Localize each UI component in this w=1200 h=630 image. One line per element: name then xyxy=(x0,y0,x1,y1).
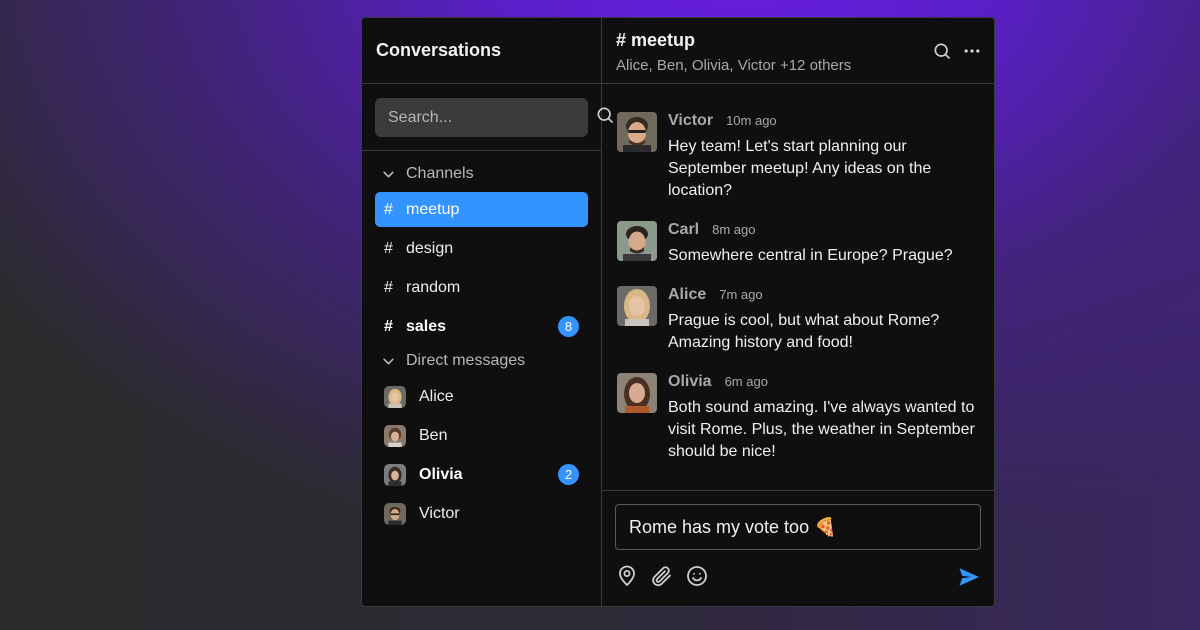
message-time: 10m ago xyxy=(726,113,777,128)
hash-icon: # xyxy=(384,317,393,335)
unread-badge: 8 xyxy=(558,316,579,337)
message-input-box[interactable] xyxy=(615,504,981,550)
message-time: 8m ago xyxy=(712,222,756,237)
message-time: 7m ago xyxy=(719,287,763,302)
message-author[interactable]: Olivia xyxy=(668,373,712,391)
message-text: Both sound amazing. I've always wanted t… xyxy=(668,399,975,460)
sidebar-header: Conversations xyxy=(362,18,601,84)
sidebar-item-ben[interactable]: Ben xyxy=(375,418,588,453)
avatar xyxy=(384,502,406,525)
hash-icon: # xyxy=(384,200,393,218)
composer-toolbar xyxy=(615,564,981,588)
chevron-down-icon xyxy=(383,358,394,364)
avatar xyxy=(384,463,406,486)
sidebar-title: Conversations xyxy=(376,40,502,60)
message: Victor 10m ago Hey team! Let's start pla… xyxy=(617,112,980,202)
message-text: Hey team! Let's start planning our Septe… xyxy=(668,138,932,199)
channel-members[interactable]: Alice, Ben, Olivia, Victor +12 others xyxy=(616,57,980,74)
message-time: 6m ago xyxy=(724,374,768,389)
sidebar-item-olivia[interactable]: Olivia 2 xyxy=(375,457,588,492)
channel-title: # meetup xyxy=(616,30,696,50)
search-input[interactable] xyxy=(388,108,595,127)
message-text: Somewhere central in Europe? Prague? xyxy=(668,247,953,264)
send-icon[interactable] xyxy=(957,565,981,589)
sidebar-item-design[interactable]: # design xyxy=(375,231,588,266)
chat-window: Conversations Channels # meetup # design xyxy=(361,17,995,607)
paperclip-icon[interactable] xyxy=(650,564,674,588)
message-list: Victor 10m ago Hey team! Let's start pla… xyxy=(602,84,994,490)
location-pin-icon[interactable] xyxy=(615,564,639,588)
avatar xyxy=(384,424,406,447)
channel-label: random xyxy=(406,278,461,296)
message: Alice 7m ago Prague is cool, but what ab… xyxy=(617,286,980,354)
dm-label: Victor xyxy=(419,504,460,522)
search-box[interactable] xyxy=(375,98,613,137)
smiley-icon[interactable] xyxy=(685,564,709,588)
search-area xyxy=(362,84,613,151)
avatar xyxy=(384,385,406,408)
header-actions xyxy=(932,41,982,66)
message-author[interactable]: Victor xyxy=(668,112,713,130)
more-icon[interactable] xyxy=(962,41,982,66)
dms-label: Direct messages xyxy=(406,352,526,369)
sidebar-item-victor[interactable]: Victor xyxy=(375,496,588,531)
hash-icon: # xyxy=(384,239,393,257)
sidebar-item-random[interactable]: # random xyxy=(375,270,588,305)
search-icon[interactable] xyxy=(932,41,952,66)
sidebar-item-meetup[interactable]: # meetup xyxy=(375,192,588,227)
avatar[interactable] xyxy=(617,373,657,413)
dms-section-toggle[interactable]: Direct messages xyxy=(362,349,601,373)
channel-label: meetup xyxy=(406,200,460,218)
dm-list: Alice Ben Olivia 2 Victor xyxy=(362,373,601,531)
message: Carl 8m ago Somewhere central in Europe?… xyxy=(617,221,980,267)
avatar[interactable] xyxy=(617,221,657,261)
message-author[interactable]: Alice xyxy=(668,286,706,304)
avatar[interactable] xyxy=(617,112,657,152)
avatar[interactable] xyxy=(617,286,657,326)
sidebar-item-alice[interactable]: Alice xyxy=(375,379,588,414)
message-author[interactable]: Carl xyxy=(668,221,699,239)
conversation-panel: # meetup Alice, Ben, Olivia, Victor +12 … xyxy=(602,18,994,606)
message: Olivia 6m ago Both sound amazing. I've a… xyxy=(617,373,980,463)
dm-label: Ben xyxy=(419,426,448,444)
dm-label: Alice xyxy=(419,387,454,405)
dm-label: Olivia xyxy=(419,465,463,483)
sidebar-item-sales[interactable]: # sales 8 xyxy=(375,309,588,344)
channels-section-toggle[interactable]: Channels xyxy=(362,162,601,186)
message-text: Prague is cool, but what about Rome? Ama… xyxy=(668,312,940,351)
composer xyxy=(602,490,994,606)
message-input[interactable] xyxy=(629,516,980,538)
conversation-header: # meetup Alice, Ben, Olivia, Victor +12 … xyxy=(602,18,994,84)
channel-label: sales xyxy=(406,317,447,335)
channel-label: design xyxy=(406,239,454,257)
unread-badge: 2 xyxy=(558,464,579,485)
channels-label: Channels xyxy=(406,165,474,182)
hash-icon: # xyxy=(384,278,393,296)
chevron-down-icon xyxy=(383,171,394,177)
channel-list: # meetup # design # random # sales 8 xyxy=(362,186,601,344)
sidebar: Conversations Channels # meetup # design xyxy=(362,18,613,606)
